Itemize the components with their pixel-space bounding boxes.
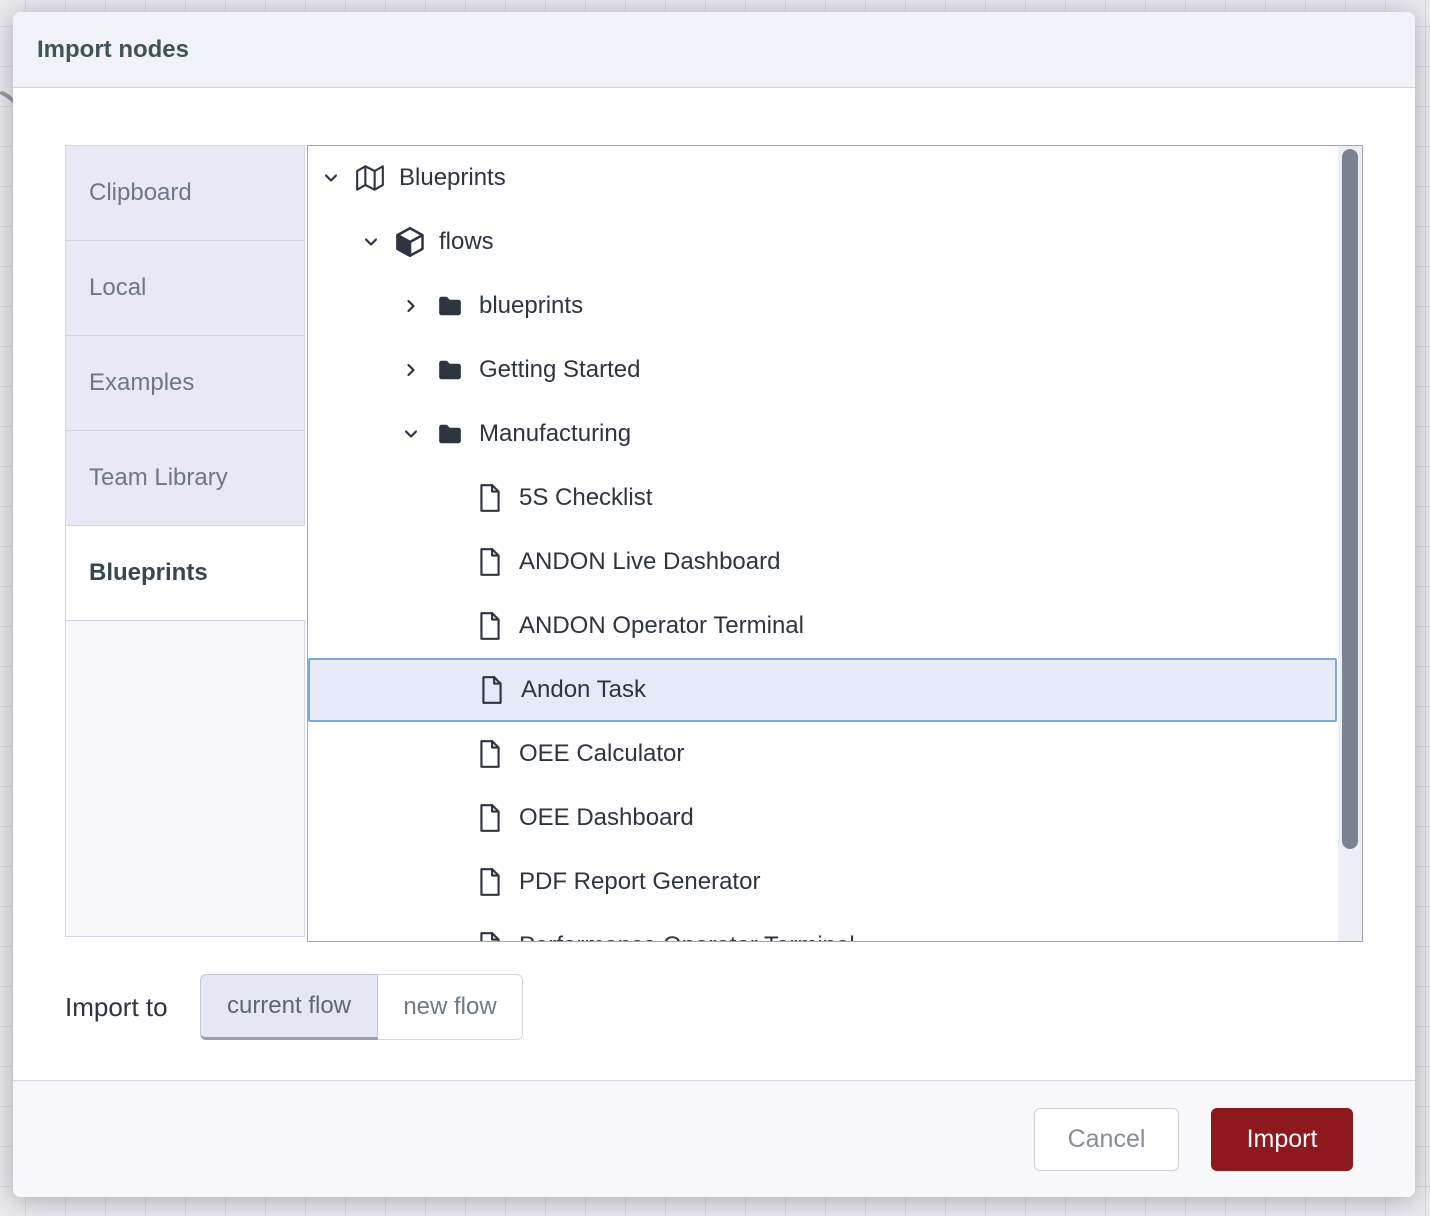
file-icon bbox=[473, 867, 507, 897]
tree-item-label: OEE Dashboard bbox=[519, 804, 694, 832]
import-to-row: Import to current flownew flow bbox=[65, 974, 168, 1040]
tree-item-5s-checklist[interactable]: 5S Checklist bbox=[308, 466, 1337, 530]
tree-item-oee-calculator[interactable]: OEE Calculator bbox=[308, 722, 1337, 786]
import-nodes-dialog: Import nodes ClipboardLocalExamplesTeam … bbox=[13, 12, 1415, 1197]
tree-item-blueprints[interactable]: blueprints bbox=[308, 274, 1337, 338]
dialog-title: Import nodes bbox=[37, 36, 189, 64]
tab-local[interactable]: Local bbox=[65, 240, 305, 336]
file-icon bbox=[473, 611, 507, 641]
library-tree-panel: Blueprints flows blueprints Getting Started… bbox=[307, 145, 1363, 942]
cube-icon bbox=[393, 227, 427, 257]
import-button[interactable]: Import bbox=[1211, 1108, 1353, 1171]
tree-item-getting-started[interactable]: Getting Started bbox=[308, 338, 1337, 402]
tree-item-label: ANDON Operator Terminal bbox=[519, 612, 804, 640]
tree-scrollbar-thumb[interactable] bbox=[1342, 149, 1358, 849]
tree-item-label: PDF Report Generator bbox=[519, 868, 760, 896]
folder-icon bbox=[433, 293, 467, 319]
tree-item-label: flows bbox=[439, 228, 494, 256]
file-icon bbox=[473, 739, 507, 769]
tree-item-blueprints[interactable]: Blueprints bbox=[308, 146, 1337, 210]
tree-item-performance-operator-terminal[interactable]: Performance Operator Terminal bbox=[308, 914, 1337, 942]
import-target-toggle: current flownew flow bbox=[200, 974, 523, 1040]
dialog-footer: Cancel Import bbox=[13, 1080, 1415, 1197]
tree-item-label: OEE Calculator bbox=[519, 740, 684, 768]
cancel-button[interactable]: Cancel bbox=[1034, 1108, 1179, 1171]
new-flow-option[interactable]: new flow bbox=[378, 974, 523, 1040]
current-flow-option[interactable]: current flow bbox=[200, 974, 378, 1040]
chevron-right-icon[interactable] bbox=[399, 297, 423, 315]
tree-item-andon-operator-terminal[interactable]: ANDON Operator Terminal bbox=[308, 594, 1337, 658]
tree-item-label: Getting Started bbox=[479, 356, 640, 384]
tree-item-label: 5S Checklist bbox=[519, 484, 652, 512]
tree-item-andon-task[interactable]: Andon Task bbox=[308, 658, 1337, 722]
tree-item-andon-live-dashboard[interactable]: ANDON Live Dashboard bbox=[308, 530, 1337, 594]
tree-item-pdf-report-generator[interactable]: PDF Report Generator bbox=[308, 850, 1337, 914]
tab-column-filler bbox=[65, 620, 305, 937]
file-icon bbox=[473, 931, 507, 942]
tree-item-label: Performance Operator Terminal bbox=[519, 932, 855, 942]
file-icon bbox=[473, 483, 507, 513]
chevron-down-icon[interactable] bbox=[319, 169, 343, 187]
file-icon bbox=[473, 547, 507, 577]
tab-clipboard[interactable]: Clipboard bbox=[65, 145, 305, 241]
chevron-right-icon[interactable] bbox=[399, 361, 423, 379]
tree-scrollbar-track[interactable] bbox=[1338, 146, 1362, 941]
folder-icon bbox=[433, 357, 467, 383]
chevron-down-icon[interactable] bbox=[399, 425, 423, 443]
library-tree: Blueprints flows blueprints Getting Started… bbox=[308, 146, 1362, 942]
dialog-header: Import nodes bbox=[13, 12, 1415, 88]
tree-item-label: ANDON Live Dashboard bbox=[519, 548, 780, 576]
chevron-down-icon[interactable] bbox=[359, 233, 383, 251]
tab-blueprints[interactable]: Blueprints bbox=[65, 525, 305, 621]
map-icon bbox=[353, 164, 387, 192]
tree-item-label: blueprints bbox=[479, 292, 583, 320]
import-source-tabs: ClipboardLocalExamplesTeam LibraryBluepr… bbox=[65, 145, 305, 937]
tab-team-library[interactable]: Team Library bbox=[65, 430, 305, 526]
file-icon bbox=[473, 803, 507, 833]
tree-item-oee-dashboard[interactable]: OEE Dashboard bbox=[308, 786, 1337, 850]
tree-item-label: Blueprints bbox=[399, 164, 506, 192]
tree-item-label: Manufacturing bbox=[479, 420, 631, 448]
folder-icon bbox=[433, 421, 467, 447]
tree-item-manufacturing[interactable]: Manufacturing bbox=[308, 402, 1337, 466]
tree-item-flows[interactable]: flows bbox=[308, 210, 1337, 274]
import-to-label: Import to bbox=[65, 992, 168, 1023]
file-icon bbox=[475, 675, 509, 705]
flow-editor-canvas: { "dialog": { "title": "Import nodes" },… bbox=[0, 0, 1430, 1216]
tree-item-label: Andon Task bbox=[521, 676, 646, 704]
tab-examples[interactable]: Examples bbox=[65, 335, 305, 431]
